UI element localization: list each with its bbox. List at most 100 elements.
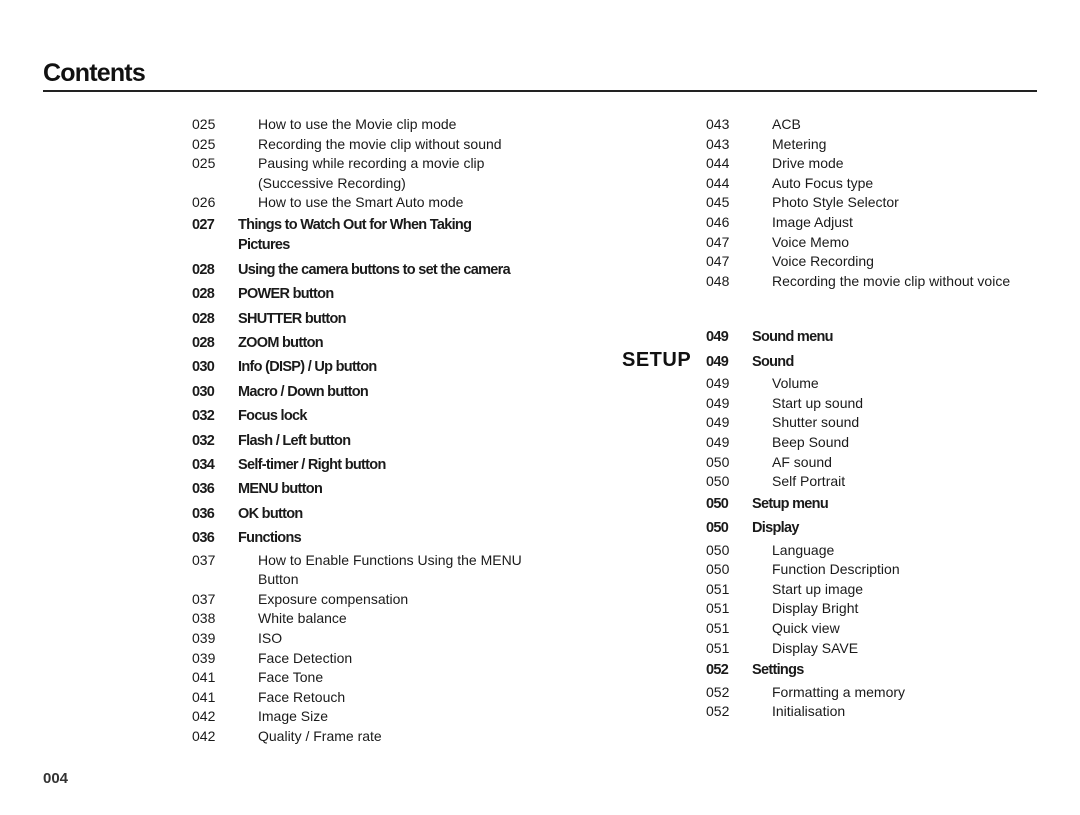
toc-page-number: 030 [192,359,215,376]
toc-entry[interactable]: 049 Beep Sound [706,433,1046,453]
toc-entry[interactable]: 044 Auto Focus type [706,174,1046,194]
toc-entry[interactable]: 039 Face Detection [192,649,552,669]
toc-entry-title: Quality / Frame rate [258,728,382,744]
toc-section-entry[interactable]: 028 ZOOM button [192,331,552,355]
toc-section-entry[interactable]: 028 POWER button [192,282,552,306]
toc-section-entry[interactable]: 050 Display [706,516,1046,540]
toc-entry[interactable]: 047 Voice Recording [706,252,1046,272]
toc-entry[interactable]: 045 Photo Style Selector [706,193,1046,213]
toc-page-number: 049 [706,414,730,431]
toc-section-entry[interactable]: Pictures [192,233,552,257]
toc-entry-title: Volume [772,375,819,392]
toc-entry[interactable]: Button [192,570,552,590]
toc-page-number: 044 [706,155,730,172]
toc-entry-title: Button [258,571,299,588]
toc-page-number: 050 [706,561,730,578]
toc-entry[interactable]: 043 ACB [706,115,1046,135]
toc-entry[interactable]: 037 Exposure compensation [192,590,552,610]
toc-page-number: 044 [706,174,730,191]
toc-entry-title: Pictures [238,237,290,254]
toc-section-entry[interactable]: 028 SHUTTER button [192,307,552,331]
toc-entry-title: Start up image [772,580,864,597]
page-title: Contents [43,59,146,87]
toc-entry[interactable]: 044 Drive mode [706,154,1046,174]
setup-section-label: SETUP [622,349,692,371]
toc-entry-title: Pausing while recording a movie clip [258,155,485,172]
toc-entry[interactable]: 050 Language [706,541,1046,561]
toc-entry[interactable]: 049 Start up sound [706,394,1046,414]
toc-page-number: 049 [706,353,729,370]
toc-entry-title: Display Bright [772,600,859,617]
toc-entry-title: Focus lock [238,408,307,425]
toc-page-number: 045 [706,194,730,211]
toc-section-entry[interactable]: 049 Sound [706,350,1046,374]
toc-section-entry[interactable]: 030 Info (DISP) / Up button [192,355,552,379]
toc-entry-title: Recording the movie clip without voice [772,272,1011,289]
toc-entry[interactable]: 050 Function Description [706,560,1046,580]
toc-entry[interactable]: 037 How to Enable Functions Using the MEN… [192,551,552,571]
toc-entry-title: How to Enable Functions Using the MENU [258,551,522,568]
toc-entry-title: Recording the movie clip without sound [258,135,502,152]
toc-entry-title: Shutter sound [772,414,860,431]
toc-entry[interactable]: 048 Recording the movie clip without voic… [706,272,1046,292]
toc-entry[interactable]: 026 How to use the Smart Auto mode [192,193,552,213]
toc-section-entry[interactable]: 032 Flash / Left button [192,429,552,453]
toc-entry-title: How to use the Movie clip mode [258,116,457,132]
toc-section-entry[interactable]: 036 MENU button [192,477,552,501]
toc-entry[interactable]: (Successive Recording) [192,174,552,194]
toc-entry-title: Info (DISP) / Up button [238,359,377,376]
toc-right-column: 043 ACB 043 Metering 044 Drive mode 044 Auto Fo… [706,115,1046,722]
toc-page-number: 039 [192,630,216,647]
toc-page-number: 052 [706,683,730,700]
toc-page-number: 028 [192,335,215,351]
toc-entry[interactable]: 049 Volume [706,374,1046,394]
toc-section-entry[interactable]: 028 Using the camera buttons to set the c… [192,258,552,282]
toc-section-entry[interactable]: 036 Functions [192,526,552,550]
toc-entry[interactable]: 050 AF sound [706,453,1046,473]
toc-section-entry[interactable]: 032 Focus lock [192,404,552,428]
toc-entry[interactable]: 025 Recording the movie clip without soun… [192,135,552,155]
toc-entry-title: Self Portrait [772,473,846,490]
toc-entry[interactable]: 051 Start up image [706,580,1046,600]
toc-entry[interactable]: 052 Formatting a memory [706,683,1046,703]
toc-entry[interactable]: 052 Initialisation [706,702,1046,722]
toc-entry[interactable]: 042 Quality / Frame rate [192,727,552,747]
toc-section-entry[interactable]: 034 Self-timer / Right button [192,453,552,477]
toc-entry-title: OK button [238,505,303,522]
toc-entry[interactable]: 025 Pausing while recording a movie clip [192,154,552,174]
toc-page-number: 042 [192,708,216,725]
toc-entry[interactable]: 046 Image Adjust [706,213,1046,233]
toc-page-number: 028 [192,286,215,303]
toc-entry[interactable]: 041 Face Retouch [192,688,552,708]
toc-entry[interactable]: 050 Self Portrait [706,472,1046,492]
toc-entry[interactable]: 025 How to use the Movie clip mode [192,115,552,135]
toc-entry-title: Self-timer / Right button [238,457,386,474]
toc-right-top-list: 043 ACB 043 Metering 044 Drive mode 044 Auto Fo… [706,115,1046,291]
toc-entry[interactable]: 047 Voice Memo [706,233,1046,253]
toc-entry[interactable]: 039 ISO [192,629,552,649]
toc-entry[interactable]: 051 Display SAVE [706,639,1046,659]
toc-entry[interactable]: 043 Metering [706,135,1046,155]
toc-entry-title: Function Description [772,561,900,578]
toc-entry[interactable]: 038 White balance [192,609,552,629]
toc-entry-title: Sound menu [752,329,834,346]
toc-page-number: 051 [706,639,730,656]
toc-section-entry[interactable]: 030 Macro / Down button [192,380,552,404]
toc-entry-title: Face Tone [258,669,324,686]
toc-page-number: 037 [192,551,216,568]
toc-entry-title: Auto Focus type [772,174,874,191]
toc-section-entry[interactable]: 049 Sound menu [706,325,1046,349]
toc-entry-title: White balance [258,610,347,627]
toc-entry[interactable]: 042 Image Size [192,707,552,727]
toc-entry[interactable]: 051 Quick view [706,619,1046,639]
toc-entry[interactable]: 049 Shutter sound [706,413,1046,433]
toc-entry[interactable]: 051 Display Bright [706,599,1046,619]
toc-page-number: 037 [192,590,216,607]
toc-section-entry[interactable]: 052 Settings [706,658,1046,682]
toc-left-column: 025 How to use the Movie clip mode 025 Reco… [192,115,552,747]
toc-page-number: 050 [706,495,729,512]
toc-entry-title: Image Adjust [772,213,853,230]
toc-entry[interactable]: 041 Face Tone [192,668,552,688]
toc-section-entry[interactable]: 050 Setup menu [706,492,1046,516]
toc-section-entry[interactable]: 036 OK button [192,502,552,526]
